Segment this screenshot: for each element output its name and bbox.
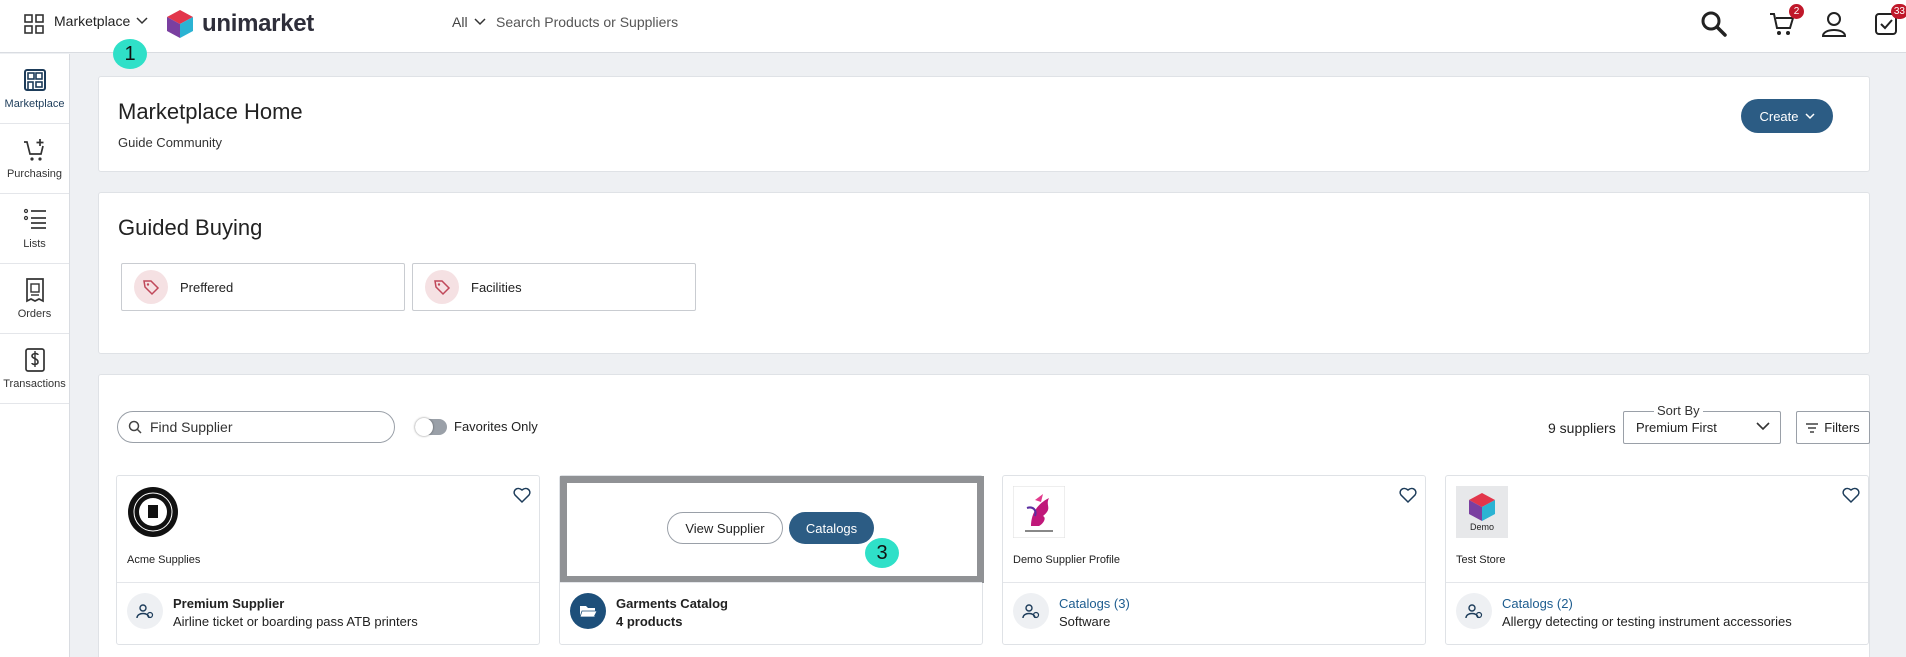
tag-icon [425,270,459,304]
tasks-badge: 33 [1890,4,1906,19]
find-supplier-placeholder: Find Supplier [150,419,233,435]
sidebar: Marketplace Purchasing Lists Orders Tran… [0,54,70,657]
favorite-heart-icon[interactable] [1842,486,1860,504]
suppliers-card: Find Supplier Favorites Only 9 suppliers… [98,374,1870,657]
sidebar-item-label: Purchasing [6,168,63,180]
marketplace-switcher-label: Marketplace [54,13,131,29]
sort-by-select[interactable]: Sort By Premium First [1623,403,1781,444]
sidebar-item-purchasing[interactable]: Purchasing [0,124,69,194]
cart-button[interactable]: 2 [1768,4,1804,38]
supplier-name: Demo Supplier Profile [1013,554,1120,566]
sidebar-item-orders[interactable]: Orders [0,264,69,334]
guided-tag-facilities[interactable]: Facilities [412,263,696,311]
search-icon [128,420,142,434]
cart-badge: 2 [1789,4,1804,19]
sidebar-item-lists[interactable]: Lists [0,194,69,264]
step-marker-1: 1 [113,39,147,69]
find-supplier-input[interactable]: Find Supplier [117,411,395,443]
marketplace-home-card: Marketplace Home Guide Community Create [98,76,1870,172]
divider [1446,582,1868,583]
brand-logo[interactable]: unimarket [166,9,314,39]
chevron-down-icon [1756,422,1770,431]
catalog-product-count: 4 products [616,614,683,629]
chevron-down-icon [136,17,148,25]
chevron-down-icon [1804,112,1815,119]
supplier-card-test-store[interactable]: Demo Test Store Catalogs (2) Allergy det… [1445,475,1869,645]
page-title: Marketplace Home [118,99,303,124]
sidebar-item-transactions[interactable]: Transactions [0,334,69,404]
divider [560,582,982,583]
sidebar-item-label: Lists [23,238,46,250]
rooster-logo [1013,486,1065,538]
step-marker-3: 3 [865,538,899,568]
supplier-count: 9 suppliers [1548,420,1616,436]
favorite-heart-icon[interactable] [513,486,531,504]
filters-button[interactable]: Filters [1796,411,1870,444]
favorites-only-label: Favorites Only [454,419,538,434]
supplier-category: Airline ticket or boarding pass ATB prin… [173,614,418,629]
supplier-card-demo[interactable]: Demo Supplier Profile Catalogs (3) Softw… [1002,475,1426,645]
catalogs-link[interactable]: Catalogs (3) [1059,596,1130,611]
catalogs-button[interactable]: Catalogs [789,512,874,544]
storefront-icon [23,69,46,91]
filter-lines-icon [1806,422,1819,433]
guided-tag-label: Facilities [471,279,522,295]
dollar-doc-icon [24,348,45,372]
sidebar-item-label: Marketplace [4,98,65,110]
divider [117,582,539,583]
supplier-category: Software [1059,614,1111,629]
catalogs-link[interactable]: Catalogs (2) [1502,596,1573,611]
supplier-name: Acme Supplies [127,554,201,566]
brand-name: unimarket [202,10,315,37]
folder-open-icon [570,593,606,629]
list-icon [23,208,46,229]
search-scope-label: All [452,14,468,30]
sidebar-item-label: Transactions [3,378,66,390]
global-search-input[interactable]: Search Products or Suppliers [496,14,678,30]
supplier-profile-icon [1456,593,1492,629]
filters-label: Filters [1824,420,1860,435]
sort-by-label: Sort By [1654,403,1703,418]
order-doc-icon [25,278,44,303]
search-scope-select[interactable]: All [452,14,486,30]
search-icon[interactable] [1700,10,1728,38]
guided-buying-card: Guided Buying Preffered Facilities [98,192,1870,354]
apps-grid-icon[interactable] [24,14,44,34]
supplier-category: Allergy detecting or testing instrument … [1502,614,1792,629]
supplier-name: Test Store [1456,554,1506,566]
top-header: Marketplace unimarket All Search Product… [0,0,1906,53]
user-profile-icon[interactable] [1820,10,1848,38]
create-button[interactable]: Create [1741,99,1833,133]
chevron-down-icon [474,18,486,26]
guided-tag-label: Preffered [180,279,234,295]
unimarket-cube-icon [167,10,193,38]
supplier-profile-icon [1013,593,1049,629]
demo-cube-icon [1469,493,1495,521]
sidebar-item-marketplace[interactable]: Marketplace [0,54,69,124]
section-title: Guided Buying [118,215,263,240]
tasks-button[interactable]: 33 [1872,4,1906,38]
create-button-label: Create [1759,108,1799,124]
sidebar-item-label: Orders [17,308,52,320]
divider [1003,582,1425,583]
supplier-card-garments[interactable]: View Supplier Catalogs 3 Garments Catalo… [559,475,984,645]
favorite-heart-icon[interactable] [1399,486,1417,504]
demo-logo-text: Demo [1469,522,1494,532]
supplier-profile-icon [127,593,163,629]
view-supplier-button[interactable]: View Supplier [667,512,783,544]
community-name: Guide Community [118,135,223,150]
guided-tag-preferred[interactable]: Preffered [121,263,405,311]
acme-seal-logo [128,487,178,537]
catalog-name: Garments Catalog [616,596,728,611]
supplier-card-acme[interactable]: Acme Supplies Premium Supplier Airline t… [116,475,540,645]
demo-cube-logo: Demo [1456,486,1508,538]
marketplace-switcher[interactable]: Marketplace [54,13,148,29]
favorites-only-toggle[interactable] [415,418,447,436]
supplier-tier: Premium Supplier [173,596,285,611]
tag-icon [134,270,168,304]
sort-by-value: Premium First [1636,420,1717,435]
cart-add-icon [23,139,44,161]
